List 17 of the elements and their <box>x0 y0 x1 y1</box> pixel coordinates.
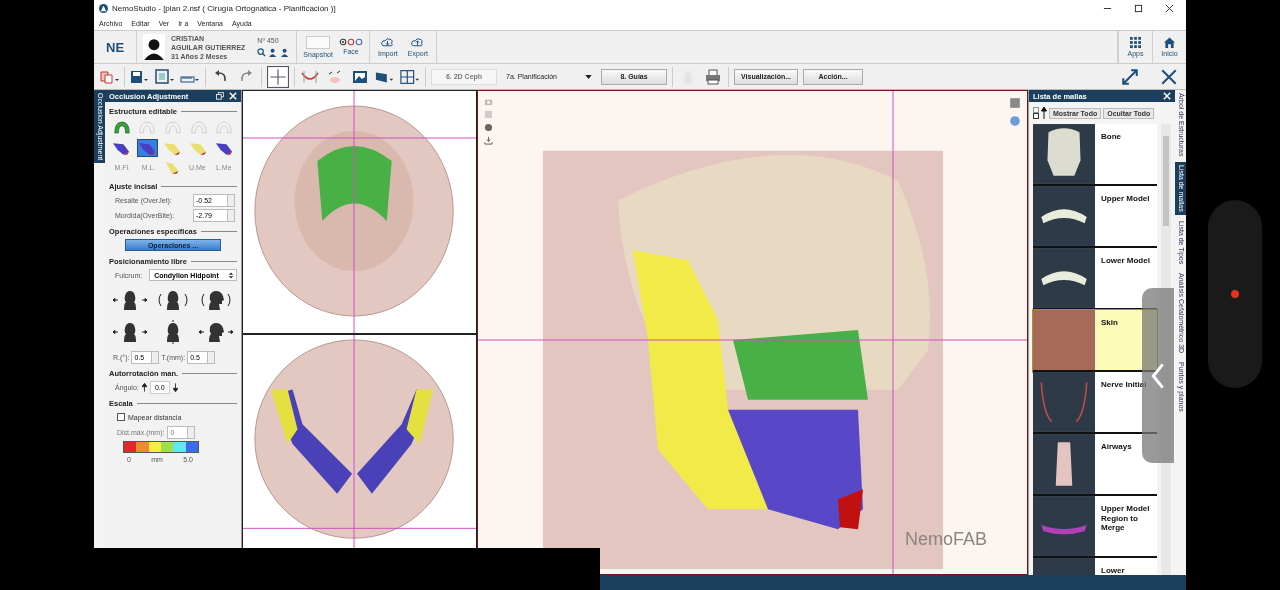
mesh-name: Bone <box>1100 131 1122 143</box>
mesh-name: Upper Model Region to Merge <box>1100 503 1151 534</box>
mesh-item[interactable]: Airways <box>1033 434 1157 496</box>
mesh-item[interactable]: Lower <box>1033 558 1157 575</box>
mesh-item[interactable]: Upper Model <box>1033 186 1157 248</box>
mesh-name: Nerve Initial <box>1100 379 1148 391</box>
mesh-item[interactable]: Lower Model <box>1033 248 1157 310</box>
mesh-name: Lower Model <box>1100 255 1151 267</box>
mesh-item[interactable]: Upper Model Region to Merge <box>1033 496 1157 558</box>
mesh-name: Lower <box>1100 565 1126 575</box>
product-logo: NemoFAB <box>904 529 987 550</box>
mesh-name: Airways <box>1100 441 1133 453</box>
window-title: NemoStudio - [plan 2.nsf ( Cirugía Ortognática - Planificación )] <box>112 4 336 13</box>
mesh-name: Skin <box>1100 317 1119 329</box>
mesh-item[interactable]: Bone <box>1033 124 1157 186</box>
mesh-name: Upper Model <box>1100 193 1151 205</box>
app-logo[interactable]: NE <box>100 39 131 55</box>
